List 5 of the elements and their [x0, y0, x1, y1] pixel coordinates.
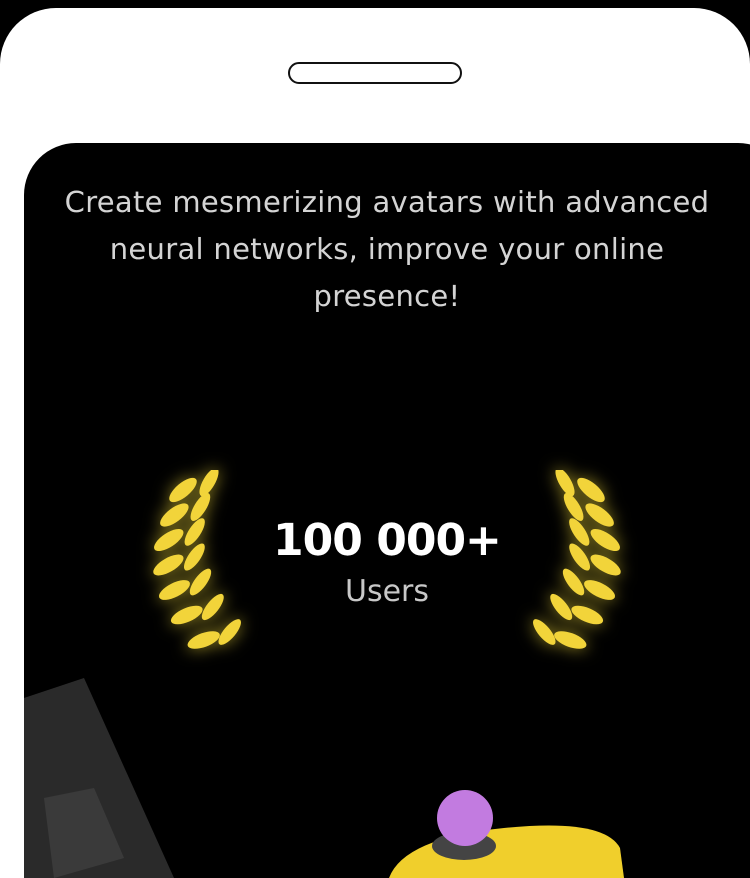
laurel-icon	[153, 470, 241, 649]
users-label: Users	[344, 574, 429, 609]
laurel-icon	[533, 470, 621, 649]
users-count: 100 000+	[273, 515, 501, 566]
tagline-text: Create mesmerizing avatars with advanced neural networks, improve your online presence!	[64, 184, 710, 315]
